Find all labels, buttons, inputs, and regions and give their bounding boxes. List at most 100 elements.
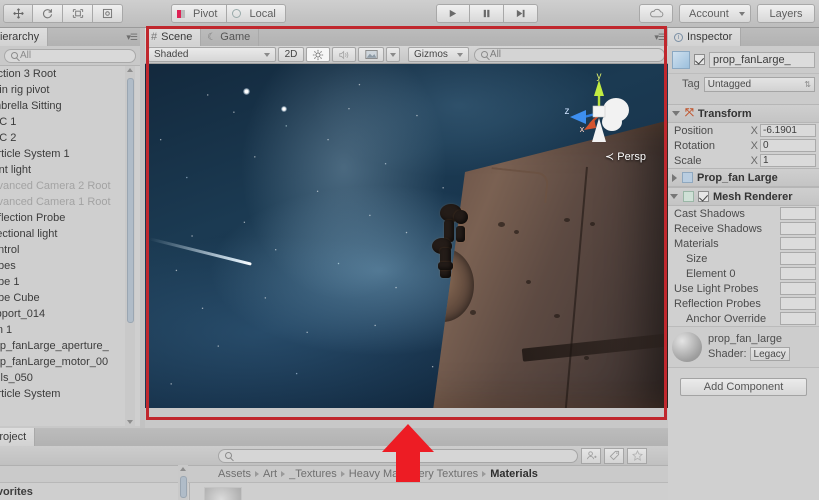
transform-value-field[interactable]: 0	[760, 139, 816, 152]
toggle-effects-button[interactable]	[358, 47, 384, 62]
hierarchy-item[interactable]: NPC 2	[0, 130, 140, 146]
filter-by-label-icon[interactable]	[604, 447, 624, 464]
search-icon	[11, 52, 18, 59]
mesh-renderer-component-header[interactable]: Mesh Renderer	[668, 187, 819, 206]
local-toggle-button[interactable]: Local	[227, 4, 286, 23]
hierarchy-item[interactable]: Section 3 Root	[0, 66, 140, 82]
mesh-renderer-enabled-checkbox[interactable]	[698, 191, 709, 202]
breadcrumb-item[interactable]: Art	[263, 468, 277, 480]
hierarchy-item[interactable]: support_014	[0, 306, 140, 322]
pivot-toggle-button[interactable]: Pivot	[171, 4, 228, 23]
hierarchy-item[interactable]: Control	[0, 242, 140, 258]
asset-item-material[interactable]	[204, 487, 242, 500]
hierarchy-search-input[interactable]: All	[4, 48, 136, 63]
scale-tool-button[interactable]	[63, 4, 93, 23]
hand-tool-button[interactable]	[3, 4, 33, 23]
hierarchy-panel-menu-icon[interactable]: ▾☰	[126, 32, 138, 43]
hierarchy-item[interactable]: Reflection Probe	[0, 210, 140, 226]
tab-inspector[interactable]: i Inspector	[668, 28, 742, 46]
mesh-filter-component-header[interactable]: Prop_fan Large	[668, 168, 819, 187]
layers-dropdown[interactable]: Layers	[757, 4, 815, 23]
hierarchy-item[interactable]: prop_fanLarge_motor_00	[0, 354, 140, 370]
hierarchy-scroll-thumb[interactable]	[127, 78, 134, 323]
tab-hierarchy[interactable]: Hierarchy	[0, 28, 49, 46]
renderer-property-value[interactable]	[780, 282, 816, 295]
rotate-tool-button[interactable]	[33, 4, 63, 23]
tab-project[interactable]: Project	[0, 428, 36, 446]
hierarchy-item[interactable]: point light	[0, 162, 140, 178]
add-component-button[interactable]: Add Component	[680, 378, 807, 396]
breadcrumb-item[interactable]: Materials	[490, 468, 538, 480]
mesh-renderer-properties: Cast Shadows Receive Shadows Materials Size…	[668, 206, 819, 326]
pause-button[interactable]	[469, 4, 504, 23]
hierarchy-scrollbar[interactable]	[125, 66, 135, 426]
draw-mode-dropdown[interactable]: Shaded	[148, 47, 276, 62]
material-preview-row[interactable]: prop_fan_large Shader: Legacy	[668, 326, 819, 367]
hierarchy-item[interactable]: Umbrella Sitting	[0, 98, 140, 114]
gameobject-active-checkbox[interactable]	[694, 54, 705, 65]
transform-component-header[interactable]: ⤧ Transform	[668, 104, 819, 123]
tab-scene[interactable]: # Scene	[145, 28, 202, 46]
play-button[interactable]	[435, 4, 470, 23]
hierarchy-item[interactable]: main rig pivot	[0, 82, 140, 98]
hierarchy-item[interactable]: Cube Cube	[0, 290, 140, 306]
step-button[interactable]	[503, 4, 538, 23]
chevron-right-icon[interactable]	[672, 173, 677, 182]
tag-dropdown[interactable]: Untagged ⇅	[703, 76, 815, 92]
favorites-star-icon[interactable]	[627, 447, 647, 464]
account-dropdown[interactable]: Account	[679, 4, 751, 23]
toggle-2d-button[interactable]: 2D	[278, 47, 304, 62]
search-icon	[225, 452, 232, 459]
rect-tool-button[interactable]	[93, 4, 123, 23]
mode-2d-label: 2D	[284, 49, 298, 60]
scroll-up-arrow-icon[interactable]	[180, 467, 186, 471]
renderer-property-value[interactable]	[780, 297, 816, 310]
scene-panel-menu-icon[interactable]: ▾☰	[654, 32, 666, 43]
renderer-property-value[interactable]	[780, 252, 816, 265]
chevron-down-icon[interactable]	[670, 194, 678, 199]
chevron-down-icon[interactable]	[672, 111, 680, 116]
scene-search-input[interactable]: All	[473, 47, 665, 62]
gizmos-dropdown[interactable]: Gizmos	[408, 47, 469, 62]
shader-dropdown[interactable]: Legacy	[749, 347, 790, 361]
hierarchy-item[interactable]: Advanced Camera 1 Root	[0, 194, 140, 210]
hierarchy-item[interactable]: Cubes	[0, 258, 140, 274]
project-asset-grid[interactable]	[190, 483, 668, 500]
toggle-lighting-button[interactable]	[306, 47, 330, 62]
hierarchy-item[interactable]: Cube 1	[0, 274, 140, 290]
renderer-property-value[interactable]	[780, 222, 816, 235]
renderer-property-value[interactable]	[780, 312, 816, 325]
effects-dropdown[interactable]	[386, 47, 400, 62]
hierarchy-item[interactable]: Advanced Camera 2 Root	[0, 178, 140, 194]
hierarchy-item[interactable]: prop_fanLarge_aperture_	[0, 338, 140, 354]
inspector-icon: i	[674, 32, 683, 42]
breadcrumb-item[interactable]: Assets	[218, 468, 251, 480]
scroll-up-arrow-icon[interactable]	[127, 68, 133, 72]
tab-game[interactable]: ☾ Game	[201, 28, 260, 46]
project-tree-item[interactable]: Favorites	[0, 485, 189, 500]
renderer-property-value[interactable]	[780, 267, 816, 280]
project-tree-scrollbar[interactable]	[178, 465, 188, 500]
gameobject-name-field[interactable]: prop_fanLarge_	[709, 51, 815, 68]
hierarchy-item[interactable]: Particle System 1	[0, 146, 140, 162]
hierarchy-item[interactable]: walls_050	[0, 370, 140, 386]
hierarchy-item[interactable]: NPC 1	[0, 114, 140, 130]
hierarchy-item[interactable]: directional light	[0, 226, 140, 242]
project-scroll-thumb[interactable]	[180, 476, 187, 498]
breadcrumb-item[interactable]: _Textures	[289, 468, 337, 480]
projection-mode-label[interactable]: ≺ Persp	[605, 150, 646, 163]
scene-orientation-gizmo[interactable]: y z x	[562, 72, 636, 158]
collab-cloud-button[interactable]	[639, 4, 673, 23]
hierarchy-item[interactable]: Fan 1	[0, 322, 140, 338]
toggle-audio-button[interactable]	[332, 47, 356, 62]
renderer-property-value[interactable]	[780, 207, 816, 220]
transform-value-field[interactable]: -6.1901	[760, 124, 816, 137]
project-folder-tree[interactable]: FavoritesAssets	[0, 483, 190, 500]
scroll-down-arrow-icon[interactable]	[127, 420, 133, 424]
transform-value-field[interactable]: 1	[760, 154, 816, 167]
scene-viewport[interactable]: y z x ≺ Persp	[145, 64, 668, 408]
filter-by-type-icon[interactable]	[581, 447, 601, 464]
hierarchy-list[interactable]: Section 3 Rootmain rig pivotUmbrella Sit…	[0, 66, 140, 426]
hierarchy-item[interactable]: Particle System	[0, 386, 140, 402]
renderer-property-value[interactable]	[780, 237, 816, 250]
